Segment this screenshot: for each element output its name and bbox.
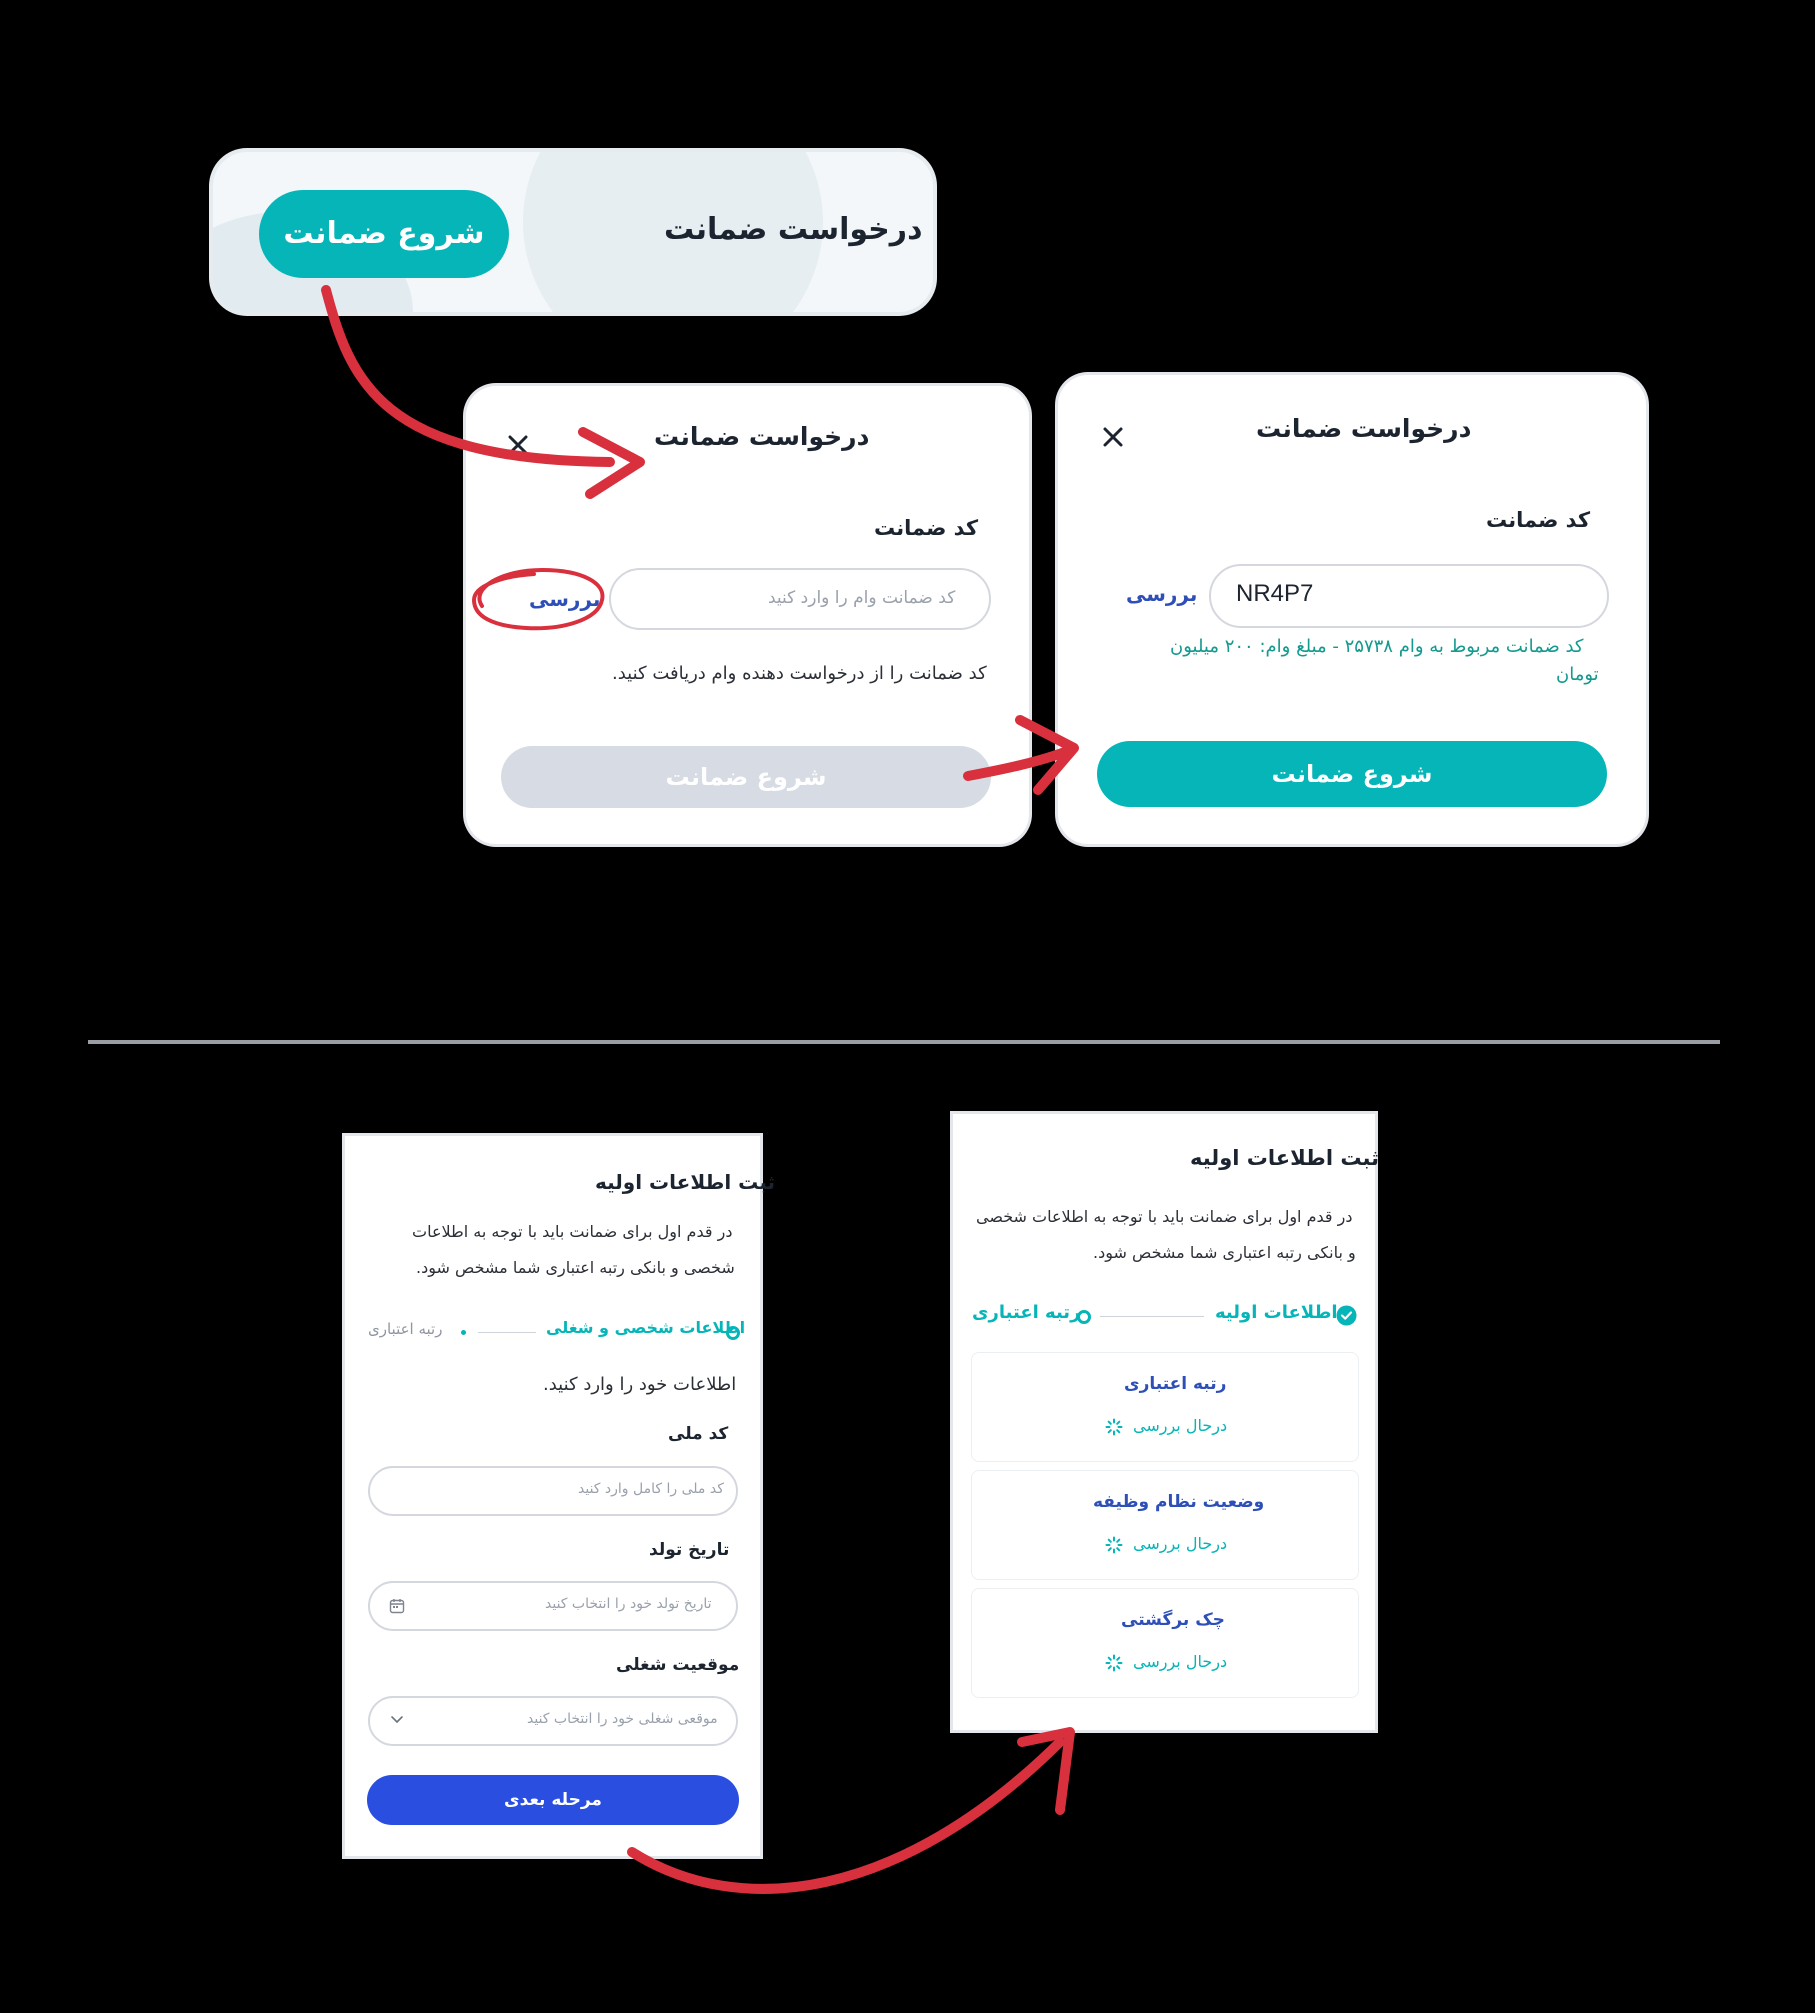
flow-arrow bbox=[627, 1727, 1075, 1894]
